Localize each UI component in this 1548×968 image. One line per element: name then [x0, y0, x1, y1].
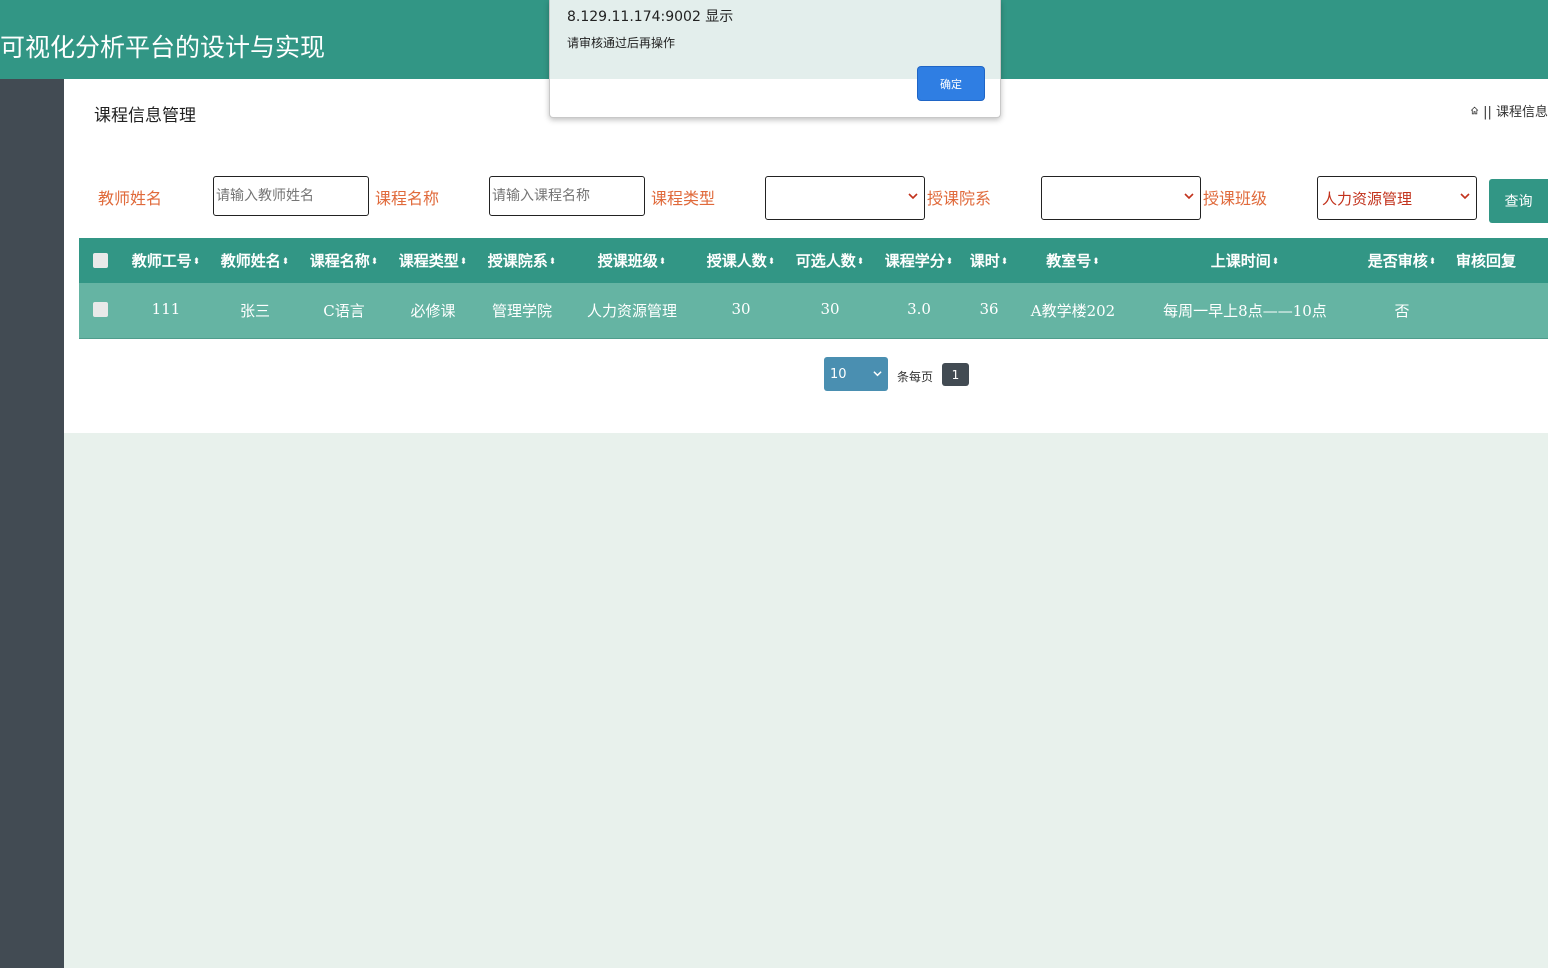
column-header[interactable]: 课程学分⬍: [885, 250, 954, 271]
main-panel: 课程信息管理 || 课程信息 教师姓名 课程名称 课程类型 授课院系 授课班级 …: [64, 79, 1548, 433]
per-page-text: 条每页: [897, 370, 934, 384]
sort-icon[interactable]: ⬍: [857, 257, 865, 267]
column-header-label: 课程学分: [884, 252, 945, 270]
page-button-1[interactable]: 1: [942, 363, 969, 386]
column-header-label: 教师姓名: [220, 252, 281, 270]
chevron-down-icon: [908, 193, 918, 200]
sort-icon[interactable]: ⬍: [460, 257, 468, 267]
column-header[interactable]: 教师姓名⬍: [221, 250, 290, 271]
breadcrumb[interactable]: || 课程信息: [1470, 101, 1548, 120]
course-name-input[interactable]: [489, 176, 645, 216]
sort-icon[interactable]: ⬍: [371, 257, 379, 267]
sort-icon[interactable]: ⬍: [1092, 257, 1100, 267]
course-table: 教师工号⬍ 教师姓名⬍ 课程名称⬍ 课程类型⬍ 授课院系⬍ 授课班级⬍ 授课人数⬍ 可选人数⬍…: [79, 238, 1548, 339]
column-header[interactable]: 授课人数⬍: [707, 250, 776, 271]
course-type-label: 课程类型: [651, 189, 716, 208]
table-cell: 必修课: [410, 302, 456, 320]
department-select[interactable]: [1041, 176, 1201, 220]
course-type-select[interactable]: [765, 176, 925, 220]
column-header[interactable]: 课时⬍: [970, 250, 1009, 271]
column-header[interactable]: 授课班级⬍: [598, 250, 667, 271]
alert-dialog: 8.129.11.174:9002 显示 请审核通过后再操作 确定: [549, 0, 1001, 118]
sort-icon[interactable]: ⬍: [549, 257, 557, 267]
chevron-down-icon: [1460, 193, 1470, 200]
chevron-down-icon: [873, 371, 882, 377]
home-icon[interactable]: [1470, 103, 1479, 118]
table-row[interactable]: 111 张三 C语言 必修课 管理学院 人力资源管理 30 30 3.0 36 A教学楼202 每周一…: [79, 283, 1548, 339]
table-cell: 30: [820, 300, 840, 318]
row-checkbox[interactable]: [93, 302, 108, 317]
column-header-label: 授课院系: [487, 252, 548, 270]
table-cell: 111: [151, 300, 181, 318]
table-cell: 每周一早上8点——10点: [1163, 302, 1327, 320]
table-cell: 3.0: [907, 300, 931, 318]
dialog-origin: 8.129.11.174:9002 显示: [567, 9, 734, 25]
sort-icon[interactable]: ⬍: [193, 257, 201, 267]
table-cell: 30: [731, 300, 751, 318]
sort-icon[interactable]: ⬍: [1001, 257, 1009, 267]
table-cell: 36: [979, 300, 999, 318]
column-header[interactable]: 课程名称⬍: [310, 250, 379, 271]
table-cell: 否: [1394, 302, 1410, 320]
class-select[interactable]: 人力资源管理: [1317, 176, 1477, 220]
teacher-name-label: 教师姓名: [98, 189, 163, 208]
column-header-label: 课程名称: [309, 252, 370, 270]
column-header-label: 可选人数: [795, 252, 856, 270]
column-header[interactable]: 可选人数⬍: [796, 250, 865, 271]
sort-icon[interactable]: ⬍: [768, 257, 776, 267]
class-value: 人力资源管理: [1322, 189, 1413, 208]
table-cell: 管理学院: [491, 302, 553, 320]
select-all-checkbox[interactable]: [93, 253, 108, 268]
column-header: 审核回复: [1456, 250, 1516, 271]
class-label: 授课班级: [1203, 189, 1268, 208]
column-header[interactable]: 是否审核⬍: [1368, 250, 1437, 271]
column-header[interactable]: 教师工号⬍: [132, 250, 201, 271]
sort-icon[interactable]: ⬍: [1272, 257, 1280, 267]
sort-icon[interactable]: ⬍: [946, 257, 954, 267]
column-header-label: 是否审核: [1367, 252, 1428, 270]
column-header[interactable]: 授课院系⬍: [488, 250, 557, 271]
query-button[interactable]: 查询: [1489, 179, 1548, 223]
department-label: 授课院系: [927, 189, 992, 208]
column-header-label: 授课人数: [706, 252, 767, 270]
column-header-label: 上课时间: [1210, 252, 1271, 270]
column-header-label: 审核回复: [1455, 252, 1517, 270]
app-title: 可视化分析平台的设计与实现: [0, 33, 326, 62]
table-cell: 人力资源管理: [586, 302, 678, 320]
table-cell: C语言: [323, 302, 365, 320]
column-header[interactable]: 课程类型⬍: [399, 250, 468, 271]
sort-icon[interactable]: ⬍: [1429, 257, 1437, 267]
course-name-label: 课程名称: [375, 189, 440, 208]
table-cell: 张三: [239, 302, 271, 320]
sort-icon[interactable]: ⬍: [282, 257, 290, 267]
sidebar: [0, 79, 64, 968]
column-header-label: 课时: [969, 252, 1000, 270]
page-size-value: 10: [830, 366, 847, 382]
breadcrumb-text: || 课程信息: [1483, 105, 1548, 120]
column-header[interactable]: 上课时间⬍: [1211, 250, 1280, 271]
dialog-ok-button[interactable]: 确定: [918, 67, 984, 100]
page-size-select[interactable]: 10: [824, 357, 888, 391]
page-title: 课程信息管理: [94, 106, 196, 126]
table-header: 教师工号⬍ 教师姓名⬍ 课程名称⬍ 课程类型⬍ 授课院系⬍ 授课班级⬍ 授课人数⬍ 可选人数⬍…: [79, 238, 1548, 283]
column-header-label: 授课班级: [597, 252, 658, 270]
teacher-name-input[interactable]: [213, 176, 369, 216]
dialog-message: 请审核通过后再操作: [567, 36, 676, 50]
column-header-label: 教室号: [1046, 252, 1092, 270]
sort-icon[interactable]: ⬍: [659, 257, 667, 267]
chevron-down-icon: [1184, 193, 1194, 200]
column-header-label: 教师工号: [131, 252, 192, 270]
column-header-label: 课程类型: [398, 252, 459, 270]
column-header[interactable]: 教室号⬍: [1046, 250, 1100, 271]
table-cell: A教学楼202: [1030, 302, 1116, 320]
